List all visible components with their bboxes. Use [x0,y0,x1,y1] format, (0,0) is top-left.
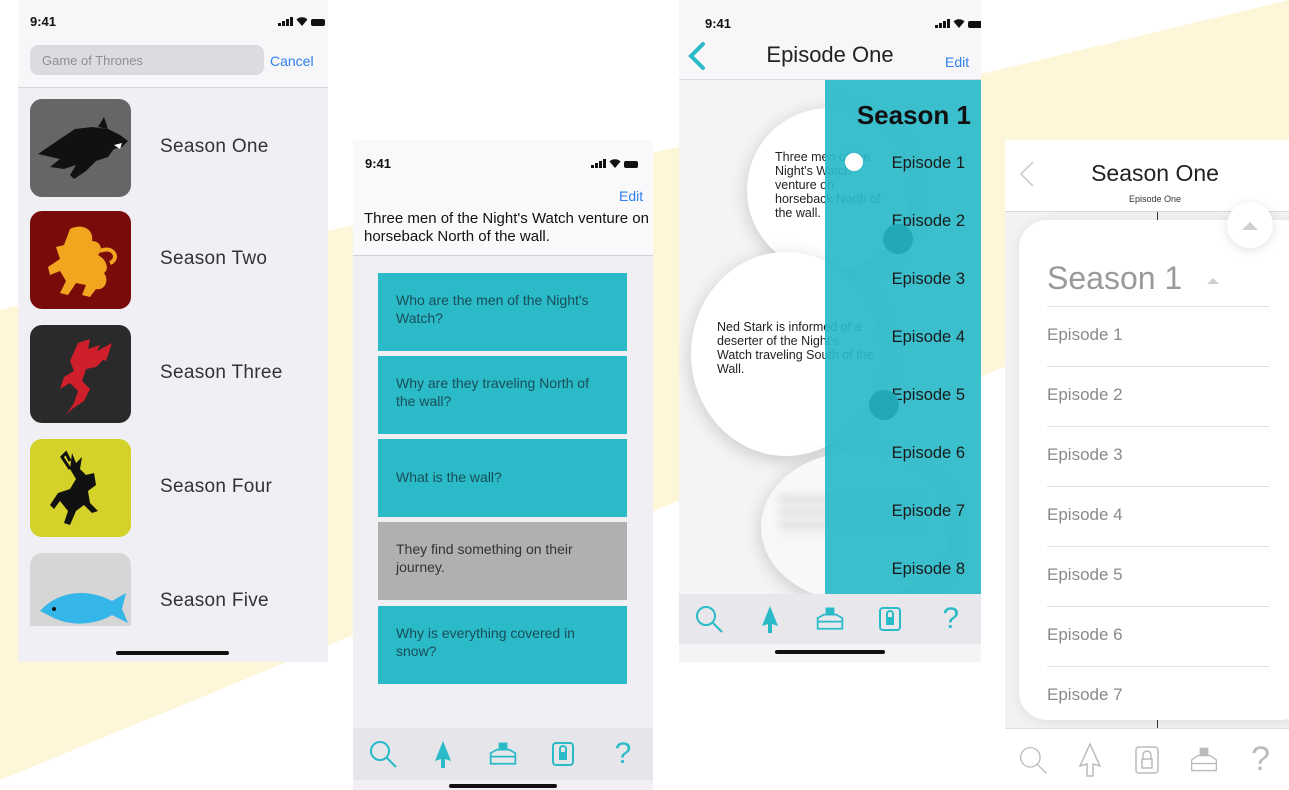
edit-button[interactable]: Edit [945,54,969,70]
caret-up-icon [1242,222,1258,230]
status-icons [278,16,325,26]
episode-row[interactable]: Episode 6 [1047,607,1269,667]
lion-sigil-icon [30,211,131,309]
drawer-episode[interactable]: Episode 5 [892,386,965,405]
episode-screen: 9:41 Episode One Edit Three men of the N… [679,0,981,662]
tree-icon[interactable] [1075,741,1105,777]
season-drawer: Season 1 Episode 1 Episode 2 Episode 3 E… [825,80,981,594]
episode-card: Season 1 Episode 1 Episode 2 Episode 3 E… [1019,220,1289,720]
page-title: Season One [1091,160,1219,186]
help-icon[interactable]: ? [608,737,638,770]
page-title: Episode One [766,42,894,67]
question-card[interactable]: Who are the men of the Night's Watch? [378,273,627,351]
status-icons [935,18,981,28]
episode-intro: Three men of the Night's Watch venture o… [364,210,649,245]
inbox-icon[interactable] [815,604,845,634]
episode-row[interactable]: Episode 5 [1047,547,1269,607]
inbox-icon[interactable] [488,739,518,769]
edit-button[interactable]: Edit [619,188,643,204]
tree-icon[interactable] [428,739,458,769]
season-row[interactable]: Season Three [28,325,318,425]
season-screen: Season One Episode One Season 1 Episode … [1005,140,1289,790]
search-header: 9:41 Game of Thrones Cancel [18,0,328,88]
season-label: Season Four [160,476,273,497]
question-card[interactable]: Why is everything covered in snow? [378,606,627,684]
episode-row[interactable]: Episode 4 [1047,487,1269,547]
search-input[interactable]: Game of Thrones [30,45,264,75]
tab-bar: ? [353,728,653,780]
caret-up-icon[interactable] [1207,276,1219,284]
search-icon[interactable] [1018,745,1048,775]
season-row[interactable]: Season One [28,99,318,199]
questions-header: 9:41 Edit Three men of the Night's Watch… [353,140,653,256]
season-label: Season Two [160,248,268,269]
help-icon[interactable]: ? [936,602,966,635]
inbox-icon[interactable] [1189,745,1219,775]
wolf-sigil-icon [30,99,131,197]
back-chevron-icon[interactable] [1019,160,1035,193]
home-indicator[interactable] [116,651,229,655]
page-subtitle: Episode One [1128,194,1182,204]
drawer-episode[interactable]: Episode 3 [892,270,965,289]
lock-icon[interactable] [875,604,905,634]
wifi-icon [953,19,965,28]
home-indicator[interactable] [449,784,557,788]
search-screen: 9:41 Game of Thrones Cancel Season One S… [18,0,328,662]
signal-icon [591,159,606,168]
wifi-icon [296,17,308,26]
search-icon[interactable] [694,604,724,634]
home-indicator[interactable] [775,650,885,654]
questions-screen: 9:41 Edit Three men of the Night's Watch… [353,140,653,790]
stag-sigil-icon [30,439,131,537]
season-label: Season One [160,136,269,157]
back-chevron-icon[interactable] [687,42,707,75]
dragon-sigil-icon [30,325,131,423]
status-time: 9:41 [705,16,732,31]
card-title: Season 1 [1047,260,1183,296]
season-label: Season Three [160,362,283,383]
season-label: Season Five [160,590,269,611]
search-icon[interactable] [368,739,398,769]
cancel-button[interactable]: Cancel [270,53,314,69]
scroll-up-button[interactable] [1227,202,1273,248]
question-card[interactable]: Why are they traveling North of the wall… [378,356,627,434]
tick-mark [1157,720,1158,728]
drawer-episode[interactable]: Episode 4 [892,328,965,347]
tab-bar: ? [679,594,981,644]
selected-dot [845,153,863,171]
signal-icon [278,17,293,26]
status-icons [591,158,638,168]
battery-icon [968,21,981,28]
drawer-dot [869,390,899,420]
drawer-episode[interactable]: Episode 8 [892,560,965,579]
episode-navbar: 9:41 Episode One Edit [679,0,981,80]
episode-row[interactable]: Episode 3 [1047,427,1269,487]
status-time: 9:41 [30,14,57,29]
drawer-episode[interactable]: Episode 6 [892,444,965,463]
question-card[interactable]: What is the wall? [378,439,627,517]
status-time: 9:41 [365,156,392,171]
drawer-episode[interactable]: Episode 1 [892,154,965,173]
battery-icon [311,19,325,26]
episode-row[interactable]: Episode 7 [1047,667,1269,727]
season-row[interactable]: Season Two [28,211,318,311]
season-row[interactable]: Season Four [28,439,318,539]
question-card[interactable]: They find something on their journey. [378,522,627,600]
wifi-icon [609,159,621,168]
drawer-episode[interactable]: Episode 7 [892,502,965,521]
tree-icon[interactable] [755,604,785,634]
lock-icon[interactable] [548,739,578,769]
bottom-area [18,626,328,662]
tick-mark [1157,212,1158,220]
help-icon[interactable]: ? [1246,740,1276,778]
lock-icon[interactable] [1132,745,1162,775]
battery-icon [624,161,638,168]
drawer-dot [883,224,913,254]
episode-row[interactable]: Episode 1 [1047,307,1269,367]
drawer-title: Season 1 [856,100,971,130]
tab-bar: ? [1005,728,1289,790]
signal-icon [935,19,950,28]
episode-row[interactable]: Episode 2 [1047,367,1269,427]
